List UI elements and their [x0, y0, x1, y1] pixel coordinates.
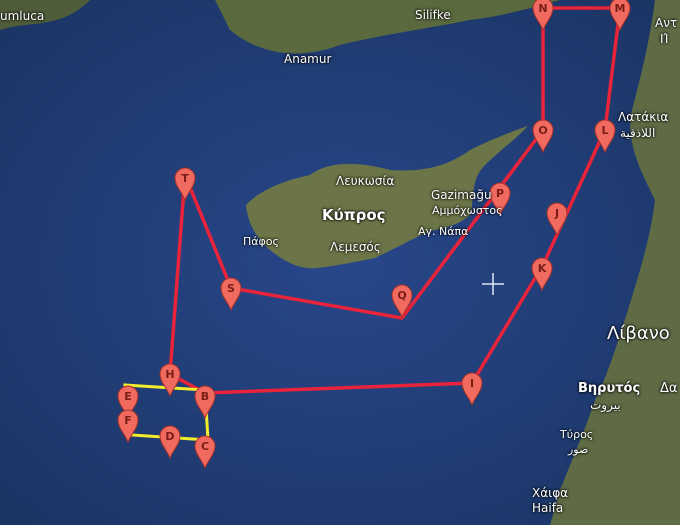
map-view[interactable]: NMOLTPJKSQHIBEFDC umluca Silifke Anamur …: [0, 0, 680, 525]
marker-letter: I: [470, 377, 474, 390]
marker-letter: N: [538, 2, 547, 15]
label-lefkosia: Λευκωσία: [336, 174, 395, 188]
label-haifa-en: Haifa: [532, 501, 564, 515]
marker-letter: J: [554, 207, 559, 220]
label-anamur: Anamur: [284, 52, 332, 66]
label-tyros: Τύρος: [560, 428, 594, 441]
marker-letter: T: [181, 172, 189, 185]
marker-letter: D: [165, 430, 174, 443]
label-agia-napa: Αγ. Νάπα: [418, 225, 469, 238]
marker-letter: O: [538, 124, 547, 137]
label-lebanon: Λίβανο: [607, 323, 670, 344]
label-latakia-ar: اللاذقية: [620, 126, 656, 140]
marker-letter: S: [227, 282, 235, 295]
label-gazimagusa: Gazimağu: [431, 188, 492, 202]
marker-letter: C: [201, 440, 209, 453]
marker-letter: M: [615, 2, 626, 15]
label-silifke: Silifke: [415, 8, 451, 22]
label-haifa-gr: Χάιφα: [532, 486, 569, 500]
label-latakia-gr: Λατάκια: [618, 110, 669, 124]
marker-letter: P: [496, 187, 504, 200]
label-sour: صور: [568, 443, 589, 456]
marker-letter: Q: [397, 289, 406, 302]
marker-letter: E: [124, 390, 132, 403]
marker-letter: K: [538, 262, 547, 275]
label-damascus: Δα: [660, 381, 678, 396]
marker-letter: L: [601, 124, 608, 137]
label-ammochostos: Αμμόχωστος: [432, 204, 503, 217]
label-syria-top: Αντ: [655, 16, 678, 30]
label-beirut-ar: بيروت: [590, 398, 621, 412]
label-pafos: Πάφος: [243, 235, 279, 248]
marker-letter: B: [201, 390, 209, 403]
marker-letter: F: [124, 414, 132, 427]
marker-letter: H: [165, 368, 174, 381]
label-kypros: Κύπρος: [322, 206, 386, 224]
label-beirut-gr: Βηρυτός: [578, 381, 641, 396]
label-turkey-left: umluca: [0, 9, 45, 23]
label-syria-top2: ΙΊ: [660, 32, 669, 46]
label-lemesos: Λεμεσός: [330, 240, 381, 254]
